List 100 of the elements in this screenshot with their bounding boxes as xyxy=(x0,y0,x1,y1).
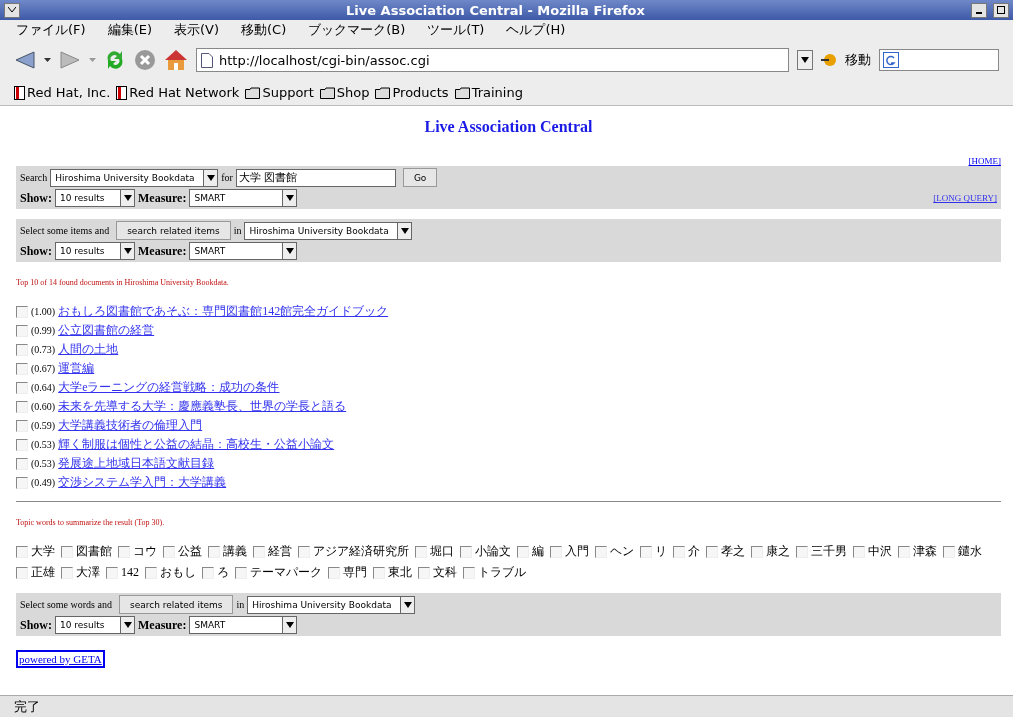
powered-by-link[interactable]: powered by GETA xyxy=(16,650,105,668)
topic-checkbox[interactable] xyxy=(796,545,808,558)
topic-checkbox[interactable] xyxy=(118,545,130,558)
source-dropdown[interactable]: Hiroshima University Bookdata xyxy=(50,168,219,187)
result-link[interactable]: 発展途上地域日本語文献目録 xyxy=(58,455,215,472)
topic-word: 孝之 xyxy=(721,543,745,560)
result-score: (0.53) xyxy=(31,458,56,469)
search-field[interactable] xyxy=(879,49,999,71)
topic-checkbox[interactable] xyxy=(418,566,430,579)
topic-checkbox[interactable] xyxy=(373,566,385,579)
topic-checkbox[interactable] xyxy=(253,545,265,558)
topic-checkbox[interactable] xyxy=(595,545,607,558)
topic-checkbox[interactable] xyxy=(517,545,529,558)
topic-checkbox[interactable] xyxy=(853,545,865,558)
query-field[interactable]: 大学 図書館 xyxy=(235,168,396,187)
topic-checkbox[interactable] xyxy=(460,545,472,558)
window-menu-button[interactable] xyxy=(4,2,20,18)
result-checkbox[interactable] xyxy=(16,324,28,337)
result-link[interactable]: 輝く制服は個性と公益の結晶：高校生・公益小論文 xyxy=(58,436,335,453)
topic-checkbox[interactable] xyxy=(943,545,955,558)
result-checkbox[interactable] xyxy=(16,381,28,394)
result-link[interactable]: 交渉システム学入門：大学講義 xyxy=(58,474,227,491)
menu-item[interactable]: 移動(C) xyxy=(241,21,287,39)
topic-checkbox[interactable] xyxy=(328,566,340,579)
source-dropdown[interactable]: Hiroshima University Bookdata xyxy=(247,595,416,614)
topic-checkbox[interactable] xyxy=(706,545,718,558)
results-count-dropdown[interactable]: 10 results xyxy=(55,189,135,207)
result-checkbox[interactable] xyxy=(16,419,28,432)
topic-checkbox[interactable] xyxy=(550,545,562,558)
bookmark-link[interactable]: Training xyxy=(454,85,523,100)
result-checkbox[interactable] xyxy=(16,343,28,356)
topic-checkbox[interactable] xyxy=(61,545,73,558)
search-engine-icon[interactable] xyxy=(883,52,899,68)
topic-checkbox[interactable] xyxy=(415,545,427,558)
result-checkbox[interactable] xyxy=(16,457,28,470)
result-checkbox[interactable] xyxy=(16,400,28,413)
reload-icon[interactable] xyxy=(104,49,126,71)
maximize-button[interactable] xyxy=(993,2,1009,18)
result-link[interactable]: 公立図書館の経営 xyxy=(58,322,155,339)
bookmark-link[interactable]: Red Hat Network xyxy=(116,85,240,100)
menu-item[interactable]: ファイル(F) xyxy=(16,21,86,39)
bookmark-link[interactable]: Red Hat, Inc. xyxy=(14,85,111,100)
go-button[interactable]: 移動 xyxy=(845,51,871,69)
topic-checkbox[interactable] xyxy=(163,545,175,558)
source-dropdown[interactable]: Hiroshima University Bookdata xyxy=(244,221,413,240)
caret-icon[interactable] xyxy=(44,58,51,62)
back-icon[interactable] xyxy=(14,50,36,70)
results-count-dropdown[interactable]: 10 results xyxy=(55,616,135,634)
result-link[interactable]: 運営編 xyxy=(58,360,95,377)
results-count-dropdown[interactable]: 10 results xyxy=(55,242,135,260)
measure-dropdown[interactable]: SMART xyxy=(189,242,298,260)
result-checkbox[interactable] xyxy=(16,362,28,375)
topic-checkbox[interactable] xyxy=(463,566,475,579)
result-link[interactable]: おもしろ図書館であそぶ：専門図書館142館完全ガイドブック xyxy=(58,303,389,320)
topic-checkbox[interactable] xyxy=(16,566,28,579)
status-bar: 完了 xyxy=(0,695,1013,717)
minimize-button[interactable] xyxy=(971,2,987,18)
search-related-button[interactable]: search related items xyxy=(118,595,234,614)
topic-checkbox[interactable] xyxy=(16,545,28,558)
topic-checkbox[interactable] xyxy=(61,566,73,579)
result-checkbox[interactable] xyxy=(16,438,28,451)
topic-checkbox[interactable] xyxy=(235,566,247,579)
long-query-link[interactable]: [LONG QUERY] xyxy=(933,193,997,203)
topic-checkbox[interactable] xyxy=(640,545,652,558)
bookmark-link[interactable]: Shop xyxy=(319,85,370,100)
result-checkbox[interactable] xyxy=(16,305,28,318)
topic-checkbox[interactable] xyxy=(145,566,157,579)
topic-checkbox[interactable] xyxy=(202,566,214,579)
topic-checkbox[interactable] xyxy=(106,566,118,579)
home-icon[interactable] xyxy=(164,49,188,71)
topic-checkbox[interactable] xyxy=(298,545,310,558)
result-link[interactable]: 未来を先導する大学：慶應義塾長、世界の学長と語る xyxy=(58,398,347,415)
topic-checkbox[interactable] xyxy=(673,545,685,558)
address-field[interactable]: http://localhost/cgi-bin/assoc.cgi xyxy=(196,48,789,72)
result-link[interactable]: 大学講義技術者の倫理入門 xyxy=(58,417,203,434)
go-button[interactable]: Go xyxy=(402,168,438,187)
result-link[interactable]: 人間の土地 xyxy=(58,341,119,358)
topic-word: 142 xyxy=(121,565,139,580)
result-checkbox[interactable] xyxy=(16,476,28,489)
menu-item[interactable]: ブックマーク(B) xyxy=(308,21,406,39)
menu-item[interactable]: 編集(E) xyxy=(107,21,152,39)
topic-word: テーマパーク xyxy=(250,564,322,581)
menu-item[interactable]: ツール(T) xyxy=(427,21,485,39)
result-link[interactable]: 大学eラーニングの経営戦略：成功の条件 xyxy=(58,379,280,396)
topic-checkbox[interactable] xyxy=(751,545,763,558)
home-link[interactable]: [HOME] xyxy=(16,156,1001,166)
measure-dropdown[interactable]: SMART xyxy=(189,189,298,207)
stop-icon[interactable] xyxy=(134,49,156,71)
search-related-button[interactable]: search related items xyxy=(116,221,231,240)
measure-dropdown[interactable]: SMART xyxy=(189,616,298,634)
menu-item[interactable]: ヘルプ(H) xyxy=(506,21,566,39)
bookmark-link[interactable]: Support xyxy=(245,85,314,100)
bookmark-link[interactable]: Products xyxy=(375,85,449,100)
topic-word: 編 xyxy=(532,543,544,560)
topic-checkbox[interactable] xyxy=(898,545,910,558)
go-icon[interactable] xyxy=(821,53,837,67)
topic-checkbox[interactable] xyxy=(208,545,220,558)
history-dropdown-button[interactable] xyxy=(797,50,813,70)
menu-item[interactable]: 表示(V) xyxy=(174,21,220,39)
forward-icon[interactable] xyxy=(59,50,81,70)
